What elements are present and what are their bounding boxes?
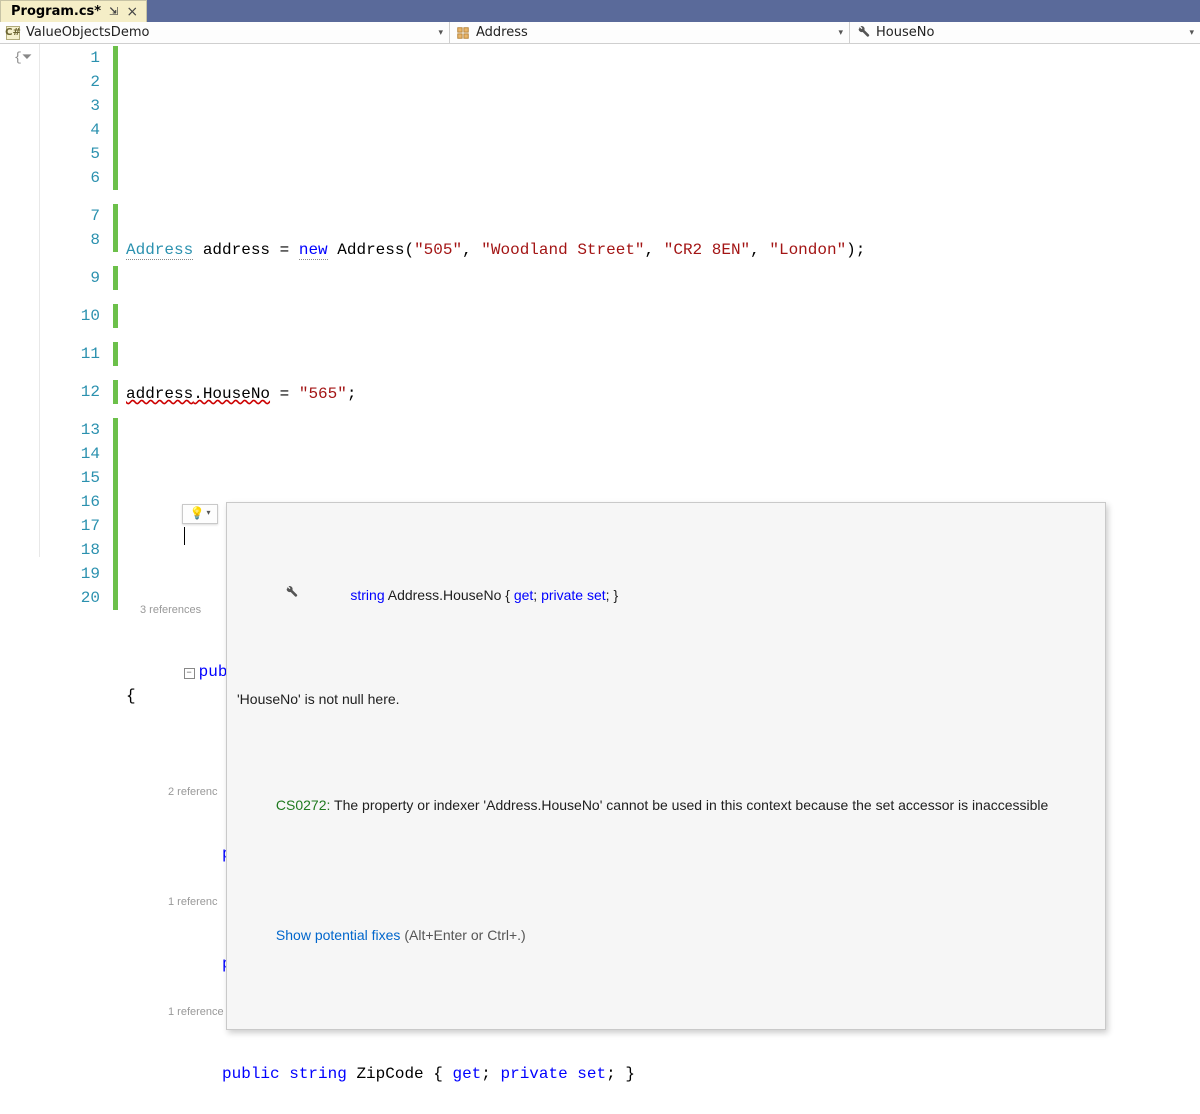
code-line (126, 310, 1200, 334)
tab-title: Program.cs* (11, 4, 101, 19)
tooltip-type: string (350, 587, 384, 603)
fix-shortcut-hint: (Alt+Enter or Ctrl+.) (400, 927, 525, 943)
navigation-bar: C# ValueObjectsDemo ▾ Address ▾ HouseNo … (0, 22, 1200, 44)
tooltip-null-note: 'HouseNo' is not null here. (237, 687, 1095, 711)
tooltip-error-message: CS0272: The property or indexer 'Address… (237, 769, 1095, 841)
member-label: HouseNo (876, 25, 934, 40)
member-combo[interactable]: HouseNo ▾ (850, 22, 1200, 43)
csharp-file-icon: C# (6, 26, 20, 40)
collapsed-region-hint[interactable]: {⏷ (0, 46, 39, 70)
code-editor[interactable]: {⏷ 1 2 3 4 5 6 7 8 9 10 11 12 13 14 15 1… (0, 44, 1200, 557)
change-tracking-margin (112, 44, 120, 557)
line-number: 15 (40, 466, 100, 490)
line-number: 19 (40, 562, 100, 586)
outlining-margin: {⏷ (0, 44, 40, 557)
quick-actions-lightbulb[interactable]: 💡 ▾ (182, 504, 218, 524)
line-number: 5 (40, 142, 100, 166)
close-icon[interactable]: × (126, 4, 138, 20)
code-line: address.HouseNo = "565"; (126, 382, 1200, 406)
scope-label: ValueObjectsDemo (26, 25, 149, 40)
line-number: 18 (40, 538, 100, 562)
code-line (126, 94, 1200, 118)
type-label: Address (476, 25, 528, 40)
codelens[interactable]: 1 referenc (168, 890, 218, 914)
codelens[interactable]: 1 reference (168, 1000, 224, 1024)
class-icon (456, 26, 470, 40)
fold-toggle[interactable]: − (184, 668, 195, 679)
wrench-icon (856, 26, 870, 40)
line-number: 12 (40, 380, 100, 404)
tooltip-signature: string Address.HouseNo { get; private se… (237, 559, 1095, 631)
line-number: 17 (40, 514, 100, 538)
line-number: 16 (40, 490, 100, 514)
lightbulb-icon: 💡 (190, 502, 205, 526)
line-number: 6 (40, 166, 100, 190)
line-number: 7 (40, 204, 100, 228)
tooltip-fix-row: Show potential fixes (Alt+Enter or Ctrl+… (237, 899, 1095, 971)
codelens[interactable]: 1 reference (168, 1110, 224, 1114)
line-number: 9 (40, 266, 100, 290)
codelens[interactable]: 2 referenc (168, 780, 218, 804)
wrench-icon (237, 559, 298, 631)
line-number: 1 (40, 46, 100, 70)
document-tab-program-cs[interactable]: Program.cs* ⇲ × (0, 0, 147, 22)
line-number: 11 (40, 342, 100, 366)
line-number: 14 (40, 442, 100, 466)
pin-icon[interactable]: ⇲ (109, 5, 118, 18)
code-line: 💡 ▾ string Address.HouseNo { get; privat… (126, 502, 1200, 526)
chevron-down-icon: ▾ (206, 502, 210, 526)
line-number: 13 (40, 418, 100, 442)
line-number-gutter: 1 2 3 4 5 6 7 8 9 10 11 12 13 14 15 16 1… (40, 44, 112, 557)
codelens[interactable]: 3 references (140, 598, 201, 622)
chevron-down-icon: ▾ (838, 28, 843, 38)
type-combo[interactable]: Address ▾ (450, 22, 850, 43)
show-fixes-link[interactable]: Show potential fixes (276, 927, 401, 943)
line-number: 8 (40, 228, 100, 252)
text-caret (184, 527, 185, 545)
scope-combo[interactable]: C# ValueObjectsDemo ▾ (0, 22, 450, 43)
line-number: 3 (40, 94, 100, 118)
code-line: Address address = new Address("505", "Wo… (126, 238, 1200, 262)
code-surface[interactable]: Address address = new Address("505", "Wo… (120, 44, 1200, 557)
line-number: 2 (40, 70, 100, 94)
line-number: 20 (40, 586, 100, 610)
chevron-down-icon: ▾ (438, 28, 443, 38)
error-code: CS0272: (276, 797, 330, 813)
change-marker (113, 46, 118, 70)
code-line (126, 166, 1200, 190)
chevron-down-icon: ▾ (1189, 28, 1194, 38)
line-number: 10 (40, 304, 100, 328)
line-number: 4 (40, 118, 100, 142)
document-tab-row: Program.cs* ⇲ × (0, 0, 1200, 22)
error-tooltip: string Address.HouseNo { get; private se… (226, 502, 1106, 1030)
